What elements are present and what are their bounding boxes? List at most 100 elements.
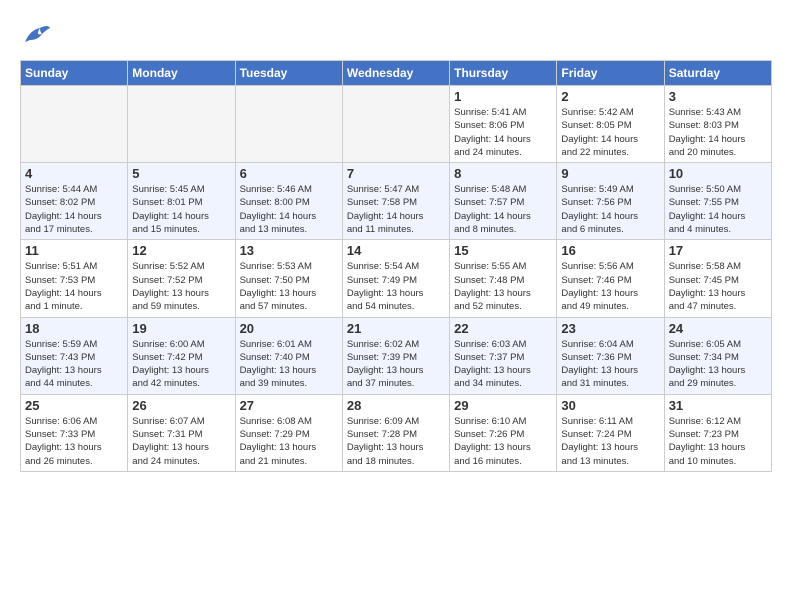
day-number: 23 — [561, 321, 659, 336]
calendar-header-saturday: Saturday — [664, 61, 771, 86]
day-info: Sunrise: 5:58 AMSunset: 7:45 PMDaylight:… — [669, 260, 767, 313]
calendar-cell: 31 Sunrise: 6:12 AMSunset: 7:23 PMDayligh… — [664, 394, 771, 471]
day-info: Sunrise: 5:45 AMSunset: 8:01 PMDaylight:… — [132, 183, 230, 236]
day-info: Sunrise: 5:44 AMSunset: 8:02 PMDaylight:… — [25, 183, 123, 236]
calendar-cell: 2 Sunrise: 5:42 AMSunset: 8:05 PMDaylight… — [557, 86, 664, 163]
calendar-week-row: 25 Sunrise: 6:06 AMSunset: 7:33 PMDayligh… — [21, 394, 772, 471]
day-number: 24 — [669, 321, 767, 336]
calendar-cell: 7Sunrise: 5:47 AMSunset: 7:58 PMDaylight… — [342, 163, 449, 240]
day-info: Sunrise: 5:41 AMSunset: 8:06 PMDaylight:… — [454, 106, 552, 159]
day-number: 13 — [240, 243, 338, 258]
calendar-cell — [21, 86, 128, 163]
day-info: Sunrise: 5:47 AMSunset: 7:58 PMDaylight:… — [347, 183, 445, 236]
day-number: 8 — [454, 166, 552, 181]
calendar-cell: 24 Sunrise: 6:05 AMSunset: 7:34 PMDayligh… — [664, 317, 771, 394]
calendar-week-row: 4 Sunrise: 5:44 AMSunset: 8:02 PMDaylight… — [21, 163, 772, 240]
day-number: 28 — [347, 398, 445, 413]
calendar-cell: 18 Sunrise: 5:59 AMSunset: 7:43 PMDayligh… — [21, 317, 128, 394]
calendar-header-friday: Friday — [557, 61, 664, 86]
calendar-cell: 8 Sunrise: 5:48 AMSunset: 7:57 PMDaylight… — [450, 163, 557, 240]
calendar-cell: 19 Sunrise: 6:00 AMSunset: 7:42 PMDayligh… — [128, 317, 235, 394]
day-number: 11 — [25, 243, 123, 258]
day-number: 30 — [561, 398, 659, 413]
day-info: Sunrise: 6:12 AMSunset: 7:23 PMDaylight:… — [669, 415, 767, 468]
calendar-header-thursday: Thursday — [450, 61, 557, 86]
day-number: 10 — [669, 166, 767, 181]
day-number: 19 — [132, 321, 230, 336]
calendar-cell: 13 Sunrise: 5:53 AMSunset: 7:50 PMDayligh… — [235, 240, 342, 317]
calendar-cell: 5 Sunrise: 5:45 AMSunset: 8:01 PMDaylight… — [128, 163, 235, 240]
calendar-week-row: 18 Sunrise: 5:59 AMSunset: 7:43 PMDayligh… — [21, 317, 772, 394]
day-number: 14 — [347, 243, 445, 258]
day-info: Sunrise: 5:51 AMSunset: 7:53 PMDaylight:… — [25, 260, 123, 313]
day-number: 27 — [240, 398, 338, 413]
calendar-cell: 1Sunrise: 5:41 AMSunset: 8:06 PMDaylight… — [450, 86, 557, 163]
calendar-week-row: 11 Sunrise: 5:51 AMSunset: 7:53 PMDayligh… — [21, 240, 772, 317]
day-info: Sunrise: 6:05 AMSunset: 7:34 PMDaylight:… — [669, 338, 767, 391]
day-number: 3 — [669, 89, 767, 104]
day-info: Sunrise: 5:53 AMSunset: 7:50 PMDaylight:… — [240, 260, 338, 313]
calendar-cell: 27 Sunrise: 6:08 AMSunset: 7:29 PMDayligh… — [235, 394, 342, 471]
calendar-cell: 9Sunrise: 5:49 AMSunset: 7:56 PMDaylight… — [557, 163, 664, 240]
day-info: Sunrise: 5:54 AMSunset: 7:49 PMDaylight:… — [347, 260, 445, 313]
calendar-cell: 10 Sunrise: 5:50 AMSunset: 7:55 PMDayligh… — [664, 163, 771, 240]
calendar-week-row: 1Sunrise: 5:41 AMSunset: 8:06 PMDaylight… — [21, 86, 772, 163]
calendar-cell — [342, 86, 449, 163]
day-number: 5 — [132, 166, 230, 181]
logo — [20, 20, 54, 50]
calendar-cell: 11 Sunrise: 5:51 AMSunset: 7:53 PMDayligh… — [21, 240, 128, 317]
day-info: Sunrise: 5:46 AMSunset: 8:00 PMDaylight:… — [240, 183, 338, 236]
calendar-cell: 30Sunrise: 6:11 AMSunset: 7:24 PMDayligh… — [557, 394, 664, 471]
day-info: Sunrise: 5:43 AMSunset: 8:03 PMDaylight:… — [669, 106, 767, 159]
day-number: 12 — [132, 243, 230, 258]
day-info: Sunrise: 5:42 AMSunset: 8:05 PMDaylight:… — [561, 106, 659, 159]
day-info: Sunrise: 6:00 AMSunset: 7:42 PMDaylight:… — [132, 338, 230, 391]
calendar-cell: 12 Sunrise: 5:52 AMSunset: 7:52 PMDayligh… — [128, 240, 235, 317]
calendar-cell: 16 Sunrise: 5:56 AMSunset: 7:46 PMDayligh… — [557, 240, 664, 317]
day-number: 16 — [561, 243, 659, 258]
calendar-cell: 28 Sunrise: 6:09 AMSunset: 7:28 PMDayligh… — [342, 394, 449, 471]
calendar-cell: 4 Sunrise: 5:44 AMSunset: 8:02 PMDaylight… — [21, 163, 128, 240]
day-number: 21 — [347, 321, 445, 336]
day-info: Sunrise: 6:07 AMSunset: 7:31 PMDaylight:… — [132, 415, 230, 468]
calendar-cell: 25 Sunrise: 6:06 AMSunset: 7:33 PMDayligh… — [21, 394, 128, 471]
calendar-header-tuesday: Tuesday — [235, 61, 342, 86]
day-number: 2 — [561, 89, 659, 104]
calendar-header-wednesday: Wednesday — [342, 61, 449, 86]
day-info: Sunrise: 6:09 AMSunset: 7:28 PMDaylight:… — [347, 415, 445, 468]
calendar-header-monday: Monday — [128, 61, 235, 86]
day-info: Sunrise: 5:48 AMSunset: 7:57 PMDaylight:… — [454, 183, 552, 236]
day-number: 25 — [25, 398, 123, 413]
calendar-cell: 15Sunrise: 5:55 AMSunset: 7:48 PMDayligh… — [450, 240, 557, 317]
calendar-header-sunday: Sunday — [21, 61, 128, 86]
day-info: Sunrise: 6:08 AMSunset: 7:29 PMDaylight:… — [240, 415, 338, 468]
calendar-cell: 23Sunrise: 6:04 AMSunset: 7:36 PMDayligh… — [557, 317, 664, 394]
calendar-cell — [128, 86, 235, 163]
calendar-header-row: SundayMondayTuesdayWednesdayThursdayFrid… — [21, 61, 772, 86]
day-number: 20 — [240, 321, 338, 336]
calendar-table: SundayMondayTuesdayWednesdayThursdayFrid… — [20, 60, 772, 472]
day-number: 22 — [454, 321, 552, 336]
logo-icon — [20, 20, 50, 50]
day-info: Sunrise: 6:06 AMSunset: 7:33 PMDaylight:… — [25, 415, 123, 468]
calendar-cell: 6 Sunrise: 5:46 AMSunset: 8:00 PMDaylight… — [235, 163, 342, 240]
calendar-cell: 17Sunrise: 5:58 AMSunset: 7:45 PMDayligh… — [664, 240, 771, 317]
day-info: Sunrise: 5:59 AMSunset: 7:43 PMDaylight:… — [25, 338, 123, 391]
day-info: Sunrise: 6:03 AMSunset: 7:37 PMDaylight:… — [454, 338, 552, 391]
day-info: Sunrise: 6:01 AMSunset: 7:40 PMDaylight:… — [240, 338, 338, 391]
page-header — [20, 20, 772, 50]
day-info: Sunrise: 6:02 AMSunset: 7:39 PMDaylight:… — [347, 338, 445, 391]
day-number: 9 — [561, 166, 659, 181]
day-info: Sunrise: 5:50 AMSunset: 7:55 PMDaylight:… — [669, 183, 767, 236]
day-info: Sunrise: 5:52 AMSunset: 7:52 PMDaylight:… — [132, 260, 230, 313]
day-number: 31 — [669, 398, 767, 413]
day-info: Sunrise: 6:10 AMSunset: 7:26 PMDaylight:… — [454, 415, 552, 468]
day-info: Sunrise: 5:56 AMSunset: 7:46 PMDaylight:… — [561, 260, 659, 313]
day-number: 29 — [454, 398, 552, 413]
day-number: 6 — [240, 166, 338, 181]
day-number: 4 — [25, 166, 123, 181]
day-number: 15 — [454, 243, 552, 258]
calendar-cell: 14 Sunrise: 5:54 AMSunset: 7:49 PMDayligh… — [342, 240, 449, 317]
calendar-cell: 22 Sunrise: 6:03 AMSunset: 7:37 PMDayligh… — [450, 317, 557, 394]
day-number: 18 — [25, 321, 123, 336]
